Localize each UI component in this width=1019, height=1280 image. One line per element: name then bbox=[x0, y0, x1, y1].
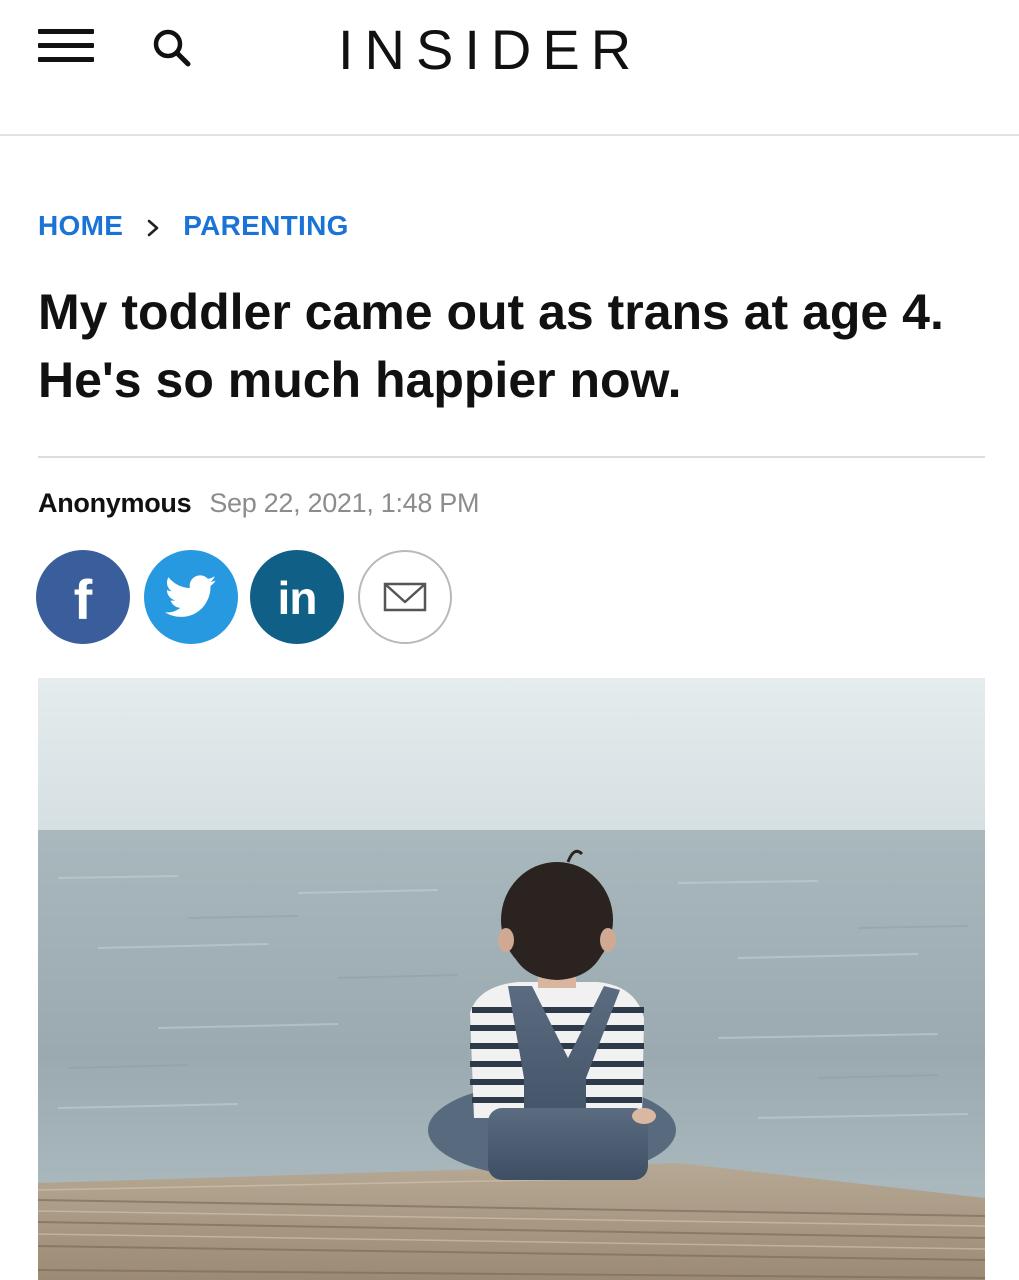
author-name[interactable]: Anonymous bbox=[38, 488, 192, 519]
hero-image bbox=[38, 678, 985, 1280]
site-logo[interactable]: INSIDER bbox=[338, 18, 642, 82]
search-icon-glyph bbox=[153, 29, 191, 67]
top-nav-bar: INSIDER bbox=[0, 0, 1019, 136]
breadcrumb-home-link[interactable]: HOME bbox=[38, 210, 123, 242]
twitter-share-button[interactable] bbox=[144, 550, 238, 644]
article-headline: My toddler came out as trans at age 4. H… bbox=[38, 284, 944, 408]
hamburger-menu-icon[interactable] bbox=[38, 27, 96, 65]
linkedin-icon: in bbox=[277, 572, 318, 624]
hero-photo-child-on-dock bbox=[38, 678, 985, 1280]
breadcrumb: HOME PARENTING bbox=[38, 206, 349, 246]
twitter-icon bbox=[165, 575, 217, 617]
linkedin-share-button[interactable]: in bbox=[250, 550, 344, 644]
menu-line bbox=[38, 29, 94, 34]
publish-date: Sep 22, 2021, 1:48 PM bbox=[209, 488, 480, 518]
menu-line bbox=[38, 43, 94, 48]
facebook-icon: f bbox=[73, 568, 93, 631]
headline-divider bbox=[38, 456, 985, 458]
chevron-right-icon bbox=[139, 212, 173, 240]
breadcrumb-parenting-link[interactable]: PARENTING bbox=[183, 210, 349, 242]
menu-line bbox=[38, 57, 94, 62]
search-icon[interactable] bbox=[150, 26, 196, 72]
facebook-share-button[interactable]: f bbox=[36, 550, 130, 644]
email-share-button[interactable] bbox=[358, 550, 452, 644]
byline: Anonymous Sep 22, 2021, 1:48 PM bbox=[38, 488, 480, 524]
envelope-icon bbox=[383, 582, 427, 612]
